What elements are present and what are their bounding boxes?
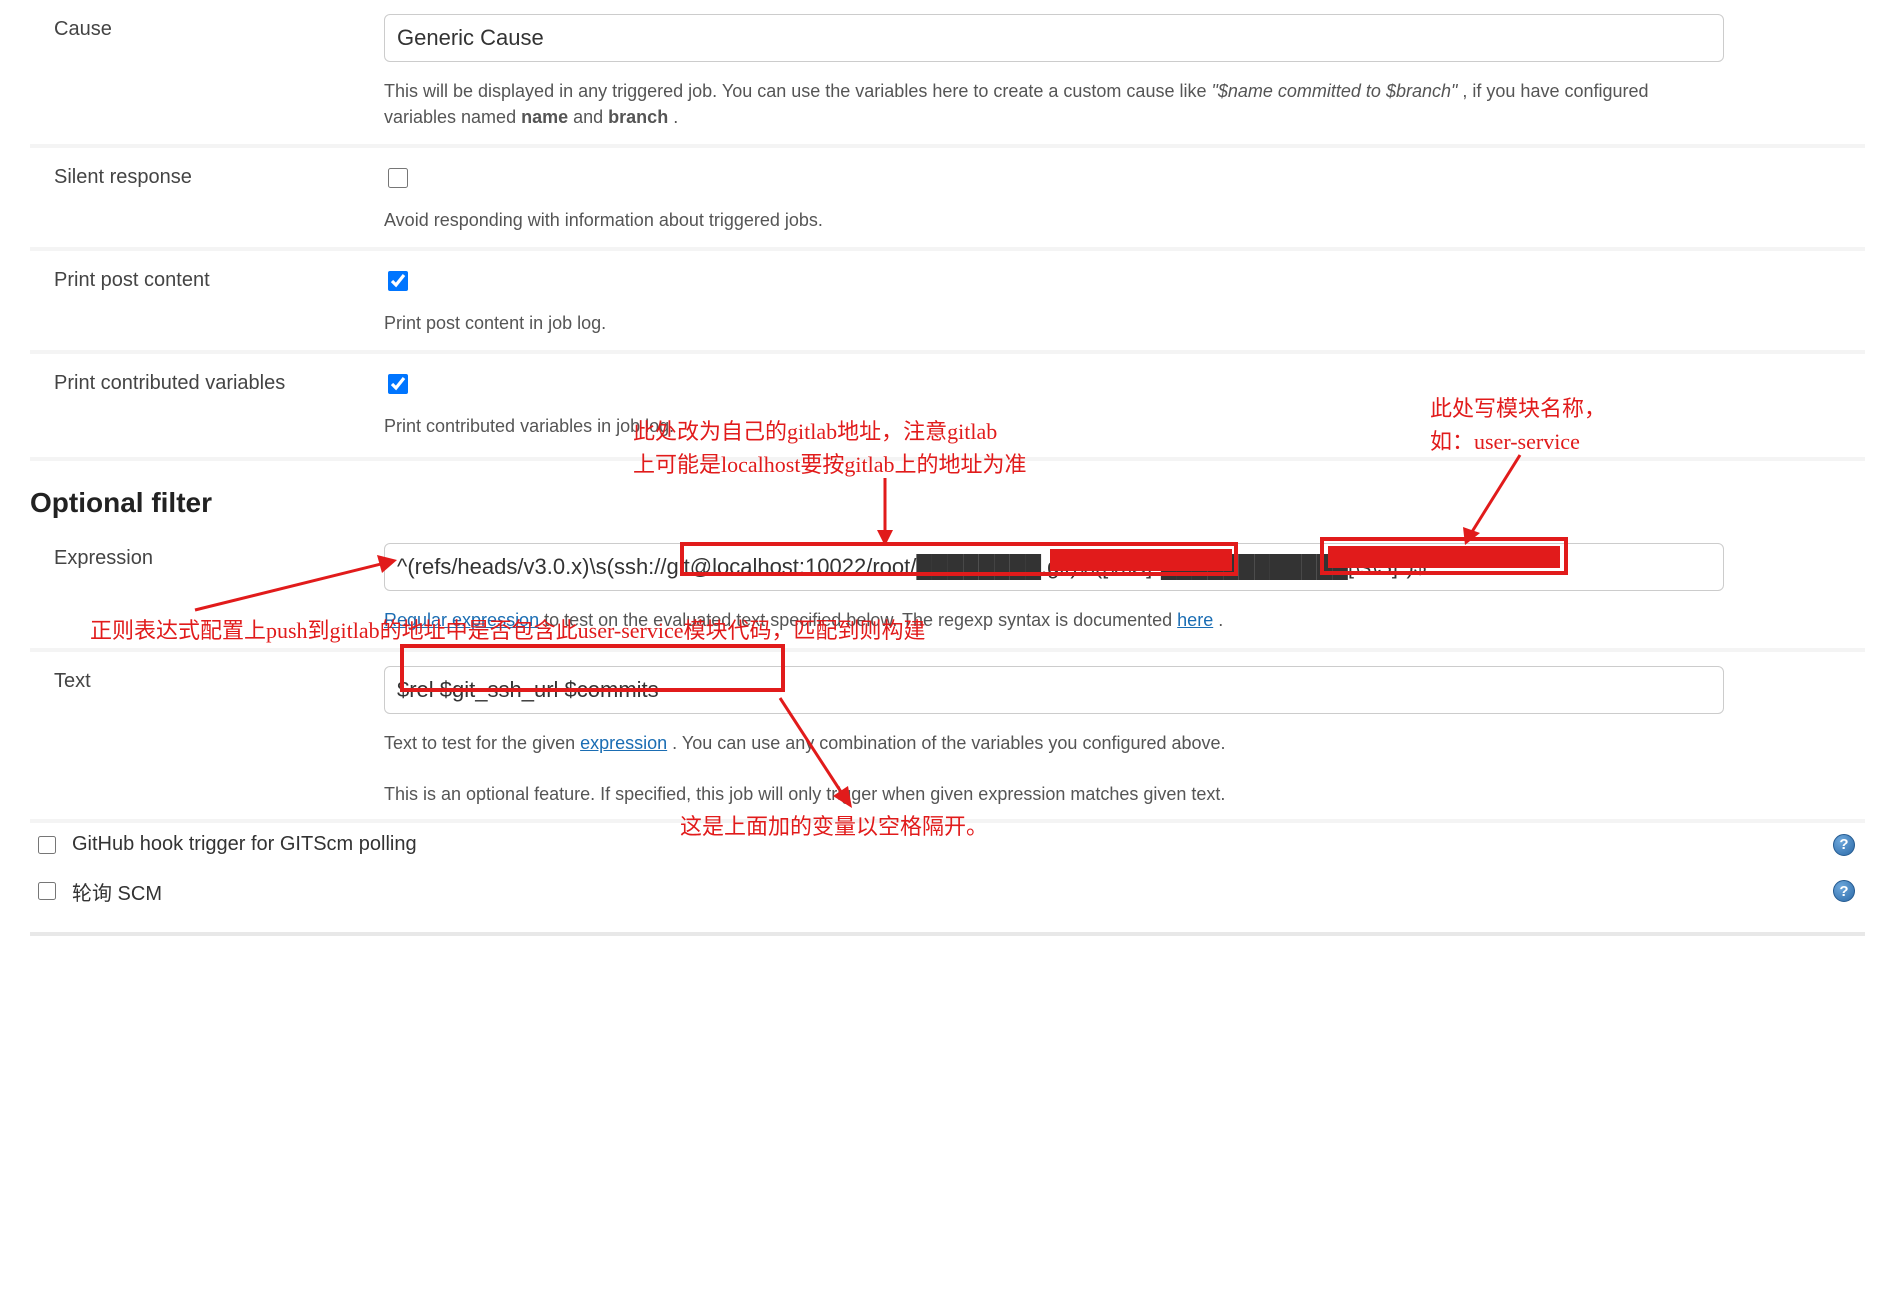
text-input[interactable] [384,666,1724,714]
github-hook-checkbox[interactable] [38,836,56,854]
github-hook-label: GitHub hook trigger for GITScm polling [72,833,417,856]
optional-note: This is an optional feature. If specifie… [30,770,1865,823]
row-poll-scm: 轮询 SCM ? [30,867,1865,916]
cause-help-b2: branch [608,107,668,127]
section-title: Optional filter [30,461,1865,529]
cause-label: Cause [54,14,384,41]
cause-help-b1: name [521,107,568,127]
expression-help-mid: to test on the evaluated text specified … [544,610,1177,630]
expression-help-link-regex[interactable]: Regular expression [384,610,539,630]
row-print-vars: Print contributed variables Print contri… [30,354,1865,453]
poll-scm-label: 轮询 SCM [72,877,162,906]
print-post-help: Print post content in job log. [384,310,1724,336]
expression-label: Expression [54,543,384,570]
print-post-checkbox[interactable] [388,271,408,291]
text-help-link-expression[interactable]: expression [580,733,667,753]
cause-help-prefix: This will be displayed in any triggered … [384,81,1211,101]
row-silent: Silent response Avoid responding with in… [30,148,1865,251]
print-vars-label: Print contributed variables [54,368,384,395]
expression-help-link-here[interactable]: here [1177,610,1213,630]
text-label: Text [54,666,384,693]
row-github-hook: GitHub hook trigger for GITScm polling ? [30,823,1865,867]
expression-input[interactable] [384,543,1724,591]
silent-checkbox[interactable] [388,168,408,188]
print-vars-checkbox[interactable] [388,374,408,394]
cause-help-em: "$name committed to $branch" [1211,81,1457,101]
poll-scm-checkbox[interactable] [38,882,56,900]
bottom-separator [30,932,1865,936]
cause-help-and: and [573,107,608,127]
cause-help: This will be displayed in any triggered … [384,78,1724,130]
help-icon[interactable]: ? [1833,834,1855,856]
print-post-label: Print post content [54,265,384,292]
expression-help: Regular expression to test on the evalua… [384,607,1724,633]
silent-label: Silent response [54,162,384,189]
print-vars-help: Print contributed variables in job log. [384,413,1724,439]
expression-help-end: . [1218,610,1223,630]
text-help-post: . You can use any combination of the var… [672,733,1225,753]
silent-help: Avoid responding with information about … [384,207,1724,233]
text-help: Text to test for the given expression . … [384,730,1724,756]
row-cause: Cause This will be displayed in any trig… [30,0,1865,148]
text-help-pre: Text to test for the given [384,733,580,753]
help-icon[interactable]: ? [1833,880,1855,902]
row-print-post: Print post content Print post content in… [30,251,1865,354]
row-expression: Expression Regular expression to test on… [30,529,1865,651]
cause-input[interactable] [384,14,1724,62]
cause-help-end: . [673,107,678,127]
section-optional-filter: Optional filter Expression Regular expre… [30,457,1865,822]
row-text: Text Text to test for the given expressi… [30,652,1865,770]
